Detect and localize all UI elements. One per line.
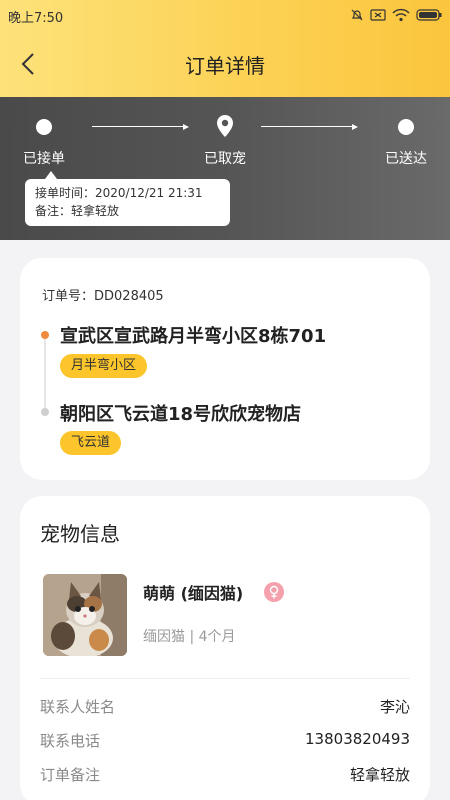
pet-photo[interactable] xyxy=(43,574,127,656)
order-card: 订单号：DD028405 宣武区宣武路月半弯小区8栋701 月半弯小区 朝阳区飞… xyxy=(20,258,430,480)
step-label-picked: 已取宠 xyxy=(204,151,246,167)
tooltip-pointer xyxy=(45,171,57,179)
pickup-dot xyxy=(41,331,49,339)
wifi-icon xyxy=(392,8,410,22)
contact-phone[interactable]: 13803820493 xyxy=(305,730,410,748)
order-number: 订单号：DD028405 xyxy=(42,289,164,304)
step-label-accepted: 已接单 xyxy=(23,151,65,167)
mute-icon xyxy=(351,9,363,21)
dropoff-address: 朝阳区飞云道18号欣欣宠物店 xyxy=(60,404,302,425)
dropoff-tag: 飞云道 xyxy=(60,431,122,455)
pet-breed-age: 缅因猫 | 4个月 xyxy=(143,629,236,645)
info-label: 联系人姓名 xyxy=(40,698,116,716)
step-arrow xyxy=(352,123,358,130)
tooltip-accept-time: 接单时间：2020/12/21 21:31 xyxy=(35,186,203,200)
pickup-address: 宣武区宣武路月半弯小区8栋701 xyxy=(60,326,327,347)
info-value: 轻拿轻放 xyxy=(349,766,410,784)
divider xyxy=(40,678,410,679)
female-icon xyxy=(264,582,284,602)
step-label-delivered: 已送达 xyxy=(385,151,427,167)
info-row-order-note: 订单备注 轻拿轻放 xyxy=(40,764,410,786)
battery-icon xyxy=(416,9,442,21)
pet-name: 萌萌 (缅因猫) xyxy=(143,584,244,603)
route-line xyxy=(44,338,46,414)
info-row-contact-name: 联系人姓名 李沁 xyxy=(40,696,410,718)
dropoff-dot xyxy=(41,408,49,416)
status-icons xyxy=(350,8,442,22)
sim-icon xyxy=(370,9,386,21)
header: 晚上7:50 订单详情 xyxy=(0,0,450,97)
step-dot-delivered xyxy=(398,119,414,135)
tooltip-note: 备注：轻拿轻放 xyxy=(35,204,120,218)
info-row-contact-phone: 联系电话 13803820493 xyxy=(40,730,410,752)
section-title: 宠物信息 xyxy=(40,522,120,546)
info-label: 订单备注 xyxy=(40,766,101,784)
step-connector xyxy=(92,126,184,127)
step-connector xyxy=(261,126,353,127)
step-dot-accepted xyxy=(36,119,52,135)
location-pin-icon xyxy=(217,115,233,137)
info-label: 联系电话 xyxy=(40,732,101,750)
pet-info-card: 宠物信息 萌萌 (缅因猫) 缅因猫 | 4个月 联系人姓名 李沁 联系电话 13… xyxy=(20,496,430,800)
step-arrow xyxy=(183,123,189,130)
status-time: 晚上7:50 xyxy=(8,11,64,26)
status-bar: 晚上7:50 xyxy=(0,0,450,32)
info-value: 李沁 xyxy=(379,698,410,716)
pickup-tag: 月半弯小区 xyxy=(60,354,148,378)
step-tooltip: 接单时间：2020/12/21 21:31 备注：轻拿轻放 xyxy=(25,179,230,226)
page-title: 订单详情 xyxy=(185,54,265,78)
